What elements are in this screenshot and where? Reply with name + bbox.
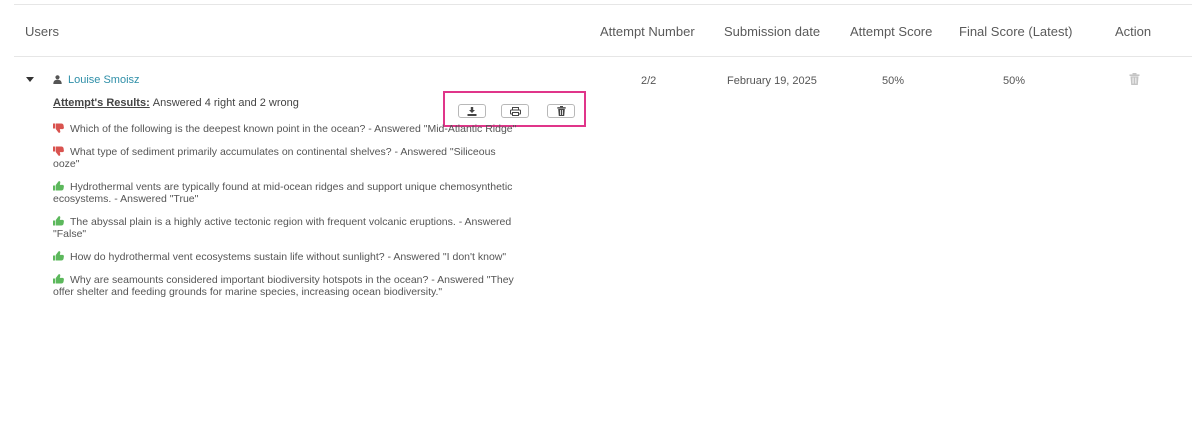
user-name-link[interactable]: Louise Smoisz (68, 74, 140, 86)
collapse-caret-icon[interactable] (26, 77, 34, 82)
attempt-number-value: 2/2 (641, 75, 657, 87)
answer-text: Why are seamounts considered important b… (53, 274, 514, 298)
thumbs-up-icon (53, 251, 64, 261)
delete-button[interactable] (547, 104, 575, 118)
answer-text: Hydrothermal vents are typically found a… (53, 181, 513, 205)
thumbs-up-icon (53, 274, 64, 284)
list-item: Why are seamounts considered important b… (53, 274, 518, 298)
attempt-results-label: Attempt's Results: (53, 97, 150, 109)
trash-icon[interactable] (1129, 73, 1140, 85)
attempt-results-summary: Attempt's Results: Answered 4 right and 2… (53, 97, 299, 109)
list-item: The abyssal plain is a highly active tec… (53, 216, 518, 240)
attempt-results-text: Answered 4 right and 2 wrong (152, 97, 299, 109)
answer-text: How do hydrothermal vent ecosystems sust… (70, 251, 507, 263)
top-divider (14, 4, 1192, 5)
thumbs-up-icon (53, 216, 64, 226)
download-button[interactable] (458, 104, 486, 118)
attempt-score-value: 50% (882, 75, 905, 87)
list-item: Hydrothermal vents are typically found a… (53, 181, 518, 205)
result-actions-highlight (443, 91, 586, 127)
header-action: Action (1115, 24, 1152, 39)
list-item: What type of sediment primarily accumula… (53, 146, 518, 170)
thumbs-down-icon (53, 123, 64, 133)
header-submission-date: Submission date (724, 24, 821, 39)
thumbs-down-icon (53, 146, 64, 156)
header-users: Users (25, 24, 59, 39)
header-divider (14, 56, 1192, 57)
answers-list: Which of the following is the deepest kn… (53, 123, 523, 309)
thumbs-up-icon (53, 181, 64, 191)
submission-date-value: February 19, 2025 (727, 75, 817, 87)
user-icon (53, 75, 62, 84)
quiz-results-page: Users Attempt Number Submission date Att… (0, 0, 1192, 423)
print-button[interactable] (501, 104, 529, 118)
list-item: Which of the following is the deepest kn… (53, 123, 518, 135)
header-attempt-score: Attempt Score (850, 24, 933, 39)
trash-icon (556, 106, 566, 116)
answer-text: What type of sediment primarily accumula… (53, 146, 496, 170)
list-item: How do hydrothermal vent ecosystems sust… (53, 251, 518, 263)
print-icon (509, 106, 521, 116)
header-attempt-number: Attempt Number (600, 24, 695, 39)
download-icon (467, 106, 477, 116)
answer-text: The abyssal plain is a highly active tec… (53, 216, 512, 240)
final-score-value: 50% (1003, 75, 1026, 87)
header-final-score: Final Score (Latest) (959, 24, 1073, 39)
answer-text: Which of the following is the deepest kn… (70, 123, 517, 135)
